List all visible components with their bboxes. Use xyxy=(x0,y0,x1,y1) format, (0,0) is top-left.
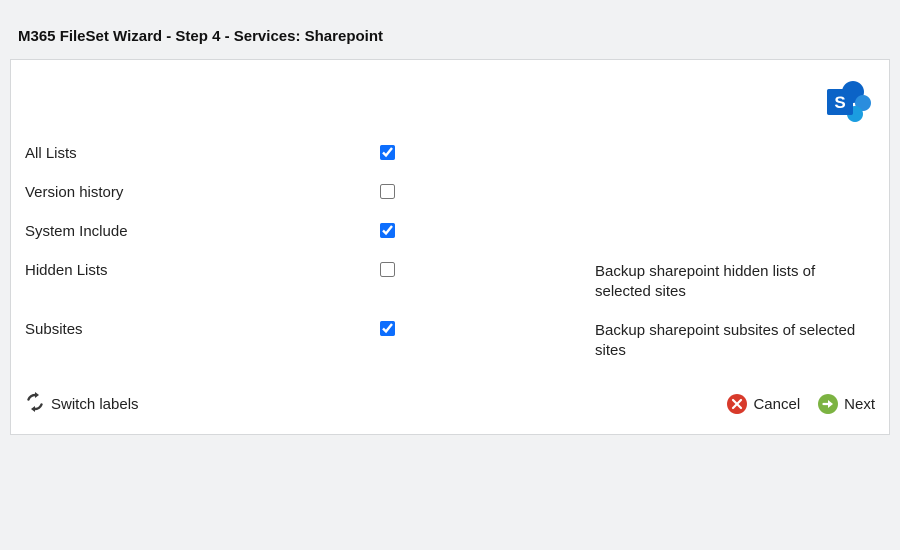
next-text: Next xyxy=(844,396,875,413)
switch-labels-button[interactable]: Switch labels xyxy=(25,392,139,416)
sharepoint-icon: S xyxy=(819,78,873,131)
cancel-button[interactable]: Cancel xyxy=(727,394,800,414)
option-label: Subsites xyxy=(25,321,380,338)
option-system-include: System Include xyxy=(25,213,875,252)
checkbox-hidden-lists[interactable] xyxy=(380,262,395,277)
checkbox-all-lists[interactable] xyxy=(380,145,395,160)
option-subsites: Subsites Backup sharepoint subsites of s… xyxy=(25,311,875,370)
page-title: M365 FileSet Wizard - Step 4 - Services:… xyxy=(10,10,890,59)
switch-labels-text: Switch labels xyxy=(51,396,139,413)
checkbox-version-history[interactable] xyxy=(380,184,395,199)
option-desc: Backup sharepoint hidden lists of select… xyxy=(595,262,875,301)
cancel-icon xyxy=(727,394,747,414)
option-label: System Include xyxy=(25,223,380,240)
option-label: Hidden Lists xyxy=(25,262,380,279)
checkbox-subsites[interactable] xyxy=(380,321,395,336)
option-all-lists: All Lists xyxy=(25,135,875,174)
arrow-right-icon xyxy=(818,394,838,414)
option-version-history: Version history xyxy=(25,174,875,213)
option-label: Version history xyxy=(25,184,380,201)
logo-area: S xyxy=(25,74,875,135)
option-label: All Lists xyxy=(25,145,380,162)
refresh-icon xyxy=(25,392,45,416)
cancel-text: Cancel xyxy=(753,396,800,413)
next-button[interactable]: Next xyxy=(818,394,875,414)
wizard-panel: S All Lists Version history System Inclu… xyxy=(10,59,890,435)
svg-text:S: S xyxy=(834,93,845,112)
wizard-footer: Switch labels Cancel xyxy=(25,370,875,416)
option-desc: Backup sharepoint subsites of selected s… xyxy=(595,321,875,360)
checkbox-system-include[interactable] xyxy=(380,223,395,238)
option-hidden-lists: Hidden Lists Backup sharepoint hidden li… xyxy=(25,252,875,311)
